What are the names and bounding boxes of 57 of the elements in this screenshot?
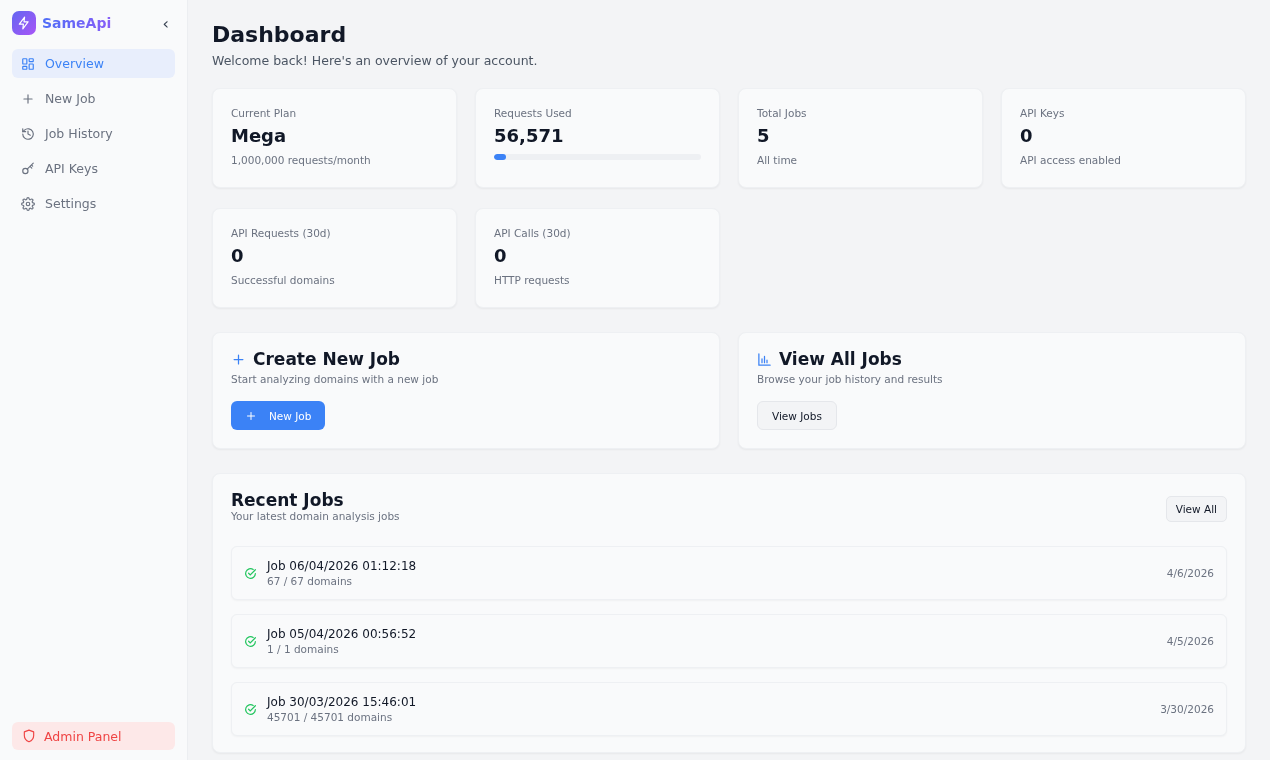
view-all-button[interactable]: View All <box>1165 496 1227 522</box>
sidebar-item[interactable]: Settings <box>12 189 175 218</box>
collapse-sidebar-button[interactable]: ‹ <box>156 13 175 33</box>
stat-label: Requests Used <box>494 107 573 119</box>
page-title: Dashboard <box>212 22 348 47</box>
card-description: Your latest domain analysis jobs <box>231 510 400 522</box>
stat-label: API Keys <box>1020 107 1066 119</box>
stat-label: Total Jobs <box>757 107 808 119</box>
sidebar-item[interactable]: Job History <box>12 119 175 148</box>
grid-icon <box>21 56 35 71</box>
job-domains: 67 / 67 domains <box>267 575 354 587</box>
history-icon <box>21 126 35 141</box>
bar-chart-icon <box>757 351 772 367</box>
sidebar-item[interactable]: New Job <box>12 84 175 113</box>
lightning-logo-icon <box>12 11 36 35</box>
stat-value: 56,571 <box>494 125 565 146</box>
job-date: 4/5/2026 <box>1166 635 1214 647</box>
job-name: Job 06/04/2026 01:12:18 <box>267 559 418 573</box>
job-domains: 45701 / 45701 domains <box>267 711 394 723</box>
card-title: Create New Job <box>253 349 400 369</box>
stat-note: All time <box>757 154 799 166</box>
job-date: 4/6/2026 <box>1166 567 1214 579</box>
stat-value: 0 <box>494 245 508 266</box>
admin-panel-button[interactable]: Admin Panel <box>12 722 175 750</box>
page-subtitle: Welcome back! Here's an overview of your account. <box>212 53 539 68</box>
stat-label: API Requests (30d) <box>231 227 332 239</box>
plus-icon <box>21 91 35 106</box>
stat-value: 0 <box>1020 125 1034 146</box>
stat-note: HTTP requests <box>494 274 571 286</box>
new-job-button[interactable]: New Job <box>231 401 326 430</box>
stat-value: Mega <box>231 125 288 146</box>
plus-icon <box>245 409 257 422</box>
stat-note: 1,000,000 requests/month <box>231 154 372 166</box>
stat-label: API Calls (30d) <box>494 227 572 239</box>
stat-value: 0 <box>231 245 245 266</box>
stat-note: Successful domains <box>231 274 336 286</box>
view-jobs-button[interactable]: View Jobs <box>757 401 837 430</box>
sidebar-item[interactable]: API Keys <box>12 154 175 183</box>
key-icon <box>21 161 35 176</box>
stat-label: Current Plan <box>231 107 298 119</box>
card-description: Start analyzing domains with a new job <box>231 373 440 385</box>
card-title: View All Jobs <box>779 349 902 369</box>
job-date: 3/30/2026 <box>1160 703 1214 715</box>
job-row[interactable]: Job 30/03/2026 15:46:01 45701 / 45701 domains 3/30/2026 <box>231 682 1227 736</box>
shield-icon <box>22 729 36 743</box>
settings-icon <box>21 196 35 211</box>
job-name: Job 30/03/2026 15:46:01 <box>267 695 418 709</box>
stat-note: API access enabled <box>1020 154 1122 166</box>
job-row[interactable]: Job 05/04/2026 00:56:52 1 / 1 domains 4/5/2026 <box>231 614 1227 668</box>
job-row[interactable]: Job 06/04/2026 01:12:18 67 / 67 domains 4/6/2026 <box>231 546 1227 600</box>
card-title: Recent Jobs <box>231 490 345 510</box>
job-name: Job 05/04/2026 00:56:52 <box>267 627 418 641</box>
stat-value: 5 <box>757 125 771 146</box>
plus-icon <box>231 351 246 367</box>
card-description: Browse your job history and results <box>757 373 944 385</box>
sidebar-item[interactable]: Overview <box>12 49 175 78</box>
job-domains: 1 / 1 domains <box>267 643 340 655</box>
